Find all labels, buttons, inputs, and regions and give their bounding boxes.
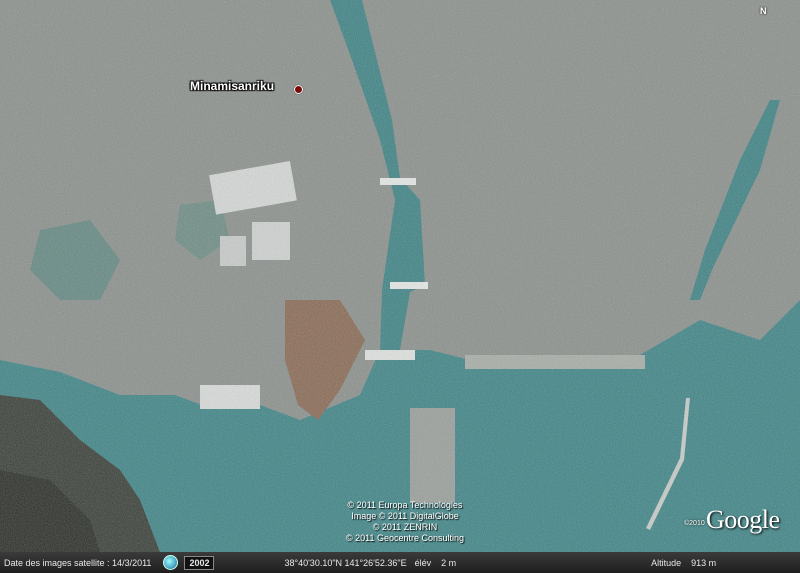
satellite-map-view[interactable]: N Minamisanriku © 2011 Europa Technologi…	[0, 0, 800, 573]
clock-icon[interactable]	[163, 555, 179, 570]
logo-text: Google	[706, 505, 780, 534]
place-label: Minamisanriku	[190, 79, 275, 93]
imagery-credits: © 2011 Europa Technologies Image © 2011 …	[320, 500, 490, 544]
elevation-label: élév	[414, 557, 432, 568]
historical-year-button[interactable]: 2002	[184, 555, 215, 570]
credit-line: Image © 2011 DigitalGlobe	[351, 511, 459, 521]
status-bar: Date des images satellite : 14/3/2011 20…	[0, 552, 800, 573]
coordinates-readout: 38°40'30.10"N 141°26'52.36"E	[284, 557, 407, 568]
credit-line: © 2011 Geocentre Consulting	[345, 533, 465, 543]
place-marker-icon[interactable]	[294, 85, 303, 94]
logo-year: ©2010	[684, 520, 705, 527]
credit-line: © 2011 Europa Technologies	[347, 500, 463, 510]
elevation-value: 2 m	[441, 557, 457, 568]
altitude-label: Altitude	[651, 557, 682, 568]
credit-line: © 2011 ZENRIN	[372, 522, 438, 532]
altitude-value: 913 m	[691, 557, 717, 568]
satellite-imagery	[0, 0, 800, 573]
north-indicator[interactable]: N	[760, 6, 767, 16]
imagery-date: Date des images satellite : 14/3/2011	[4, 557, 152, 568]
